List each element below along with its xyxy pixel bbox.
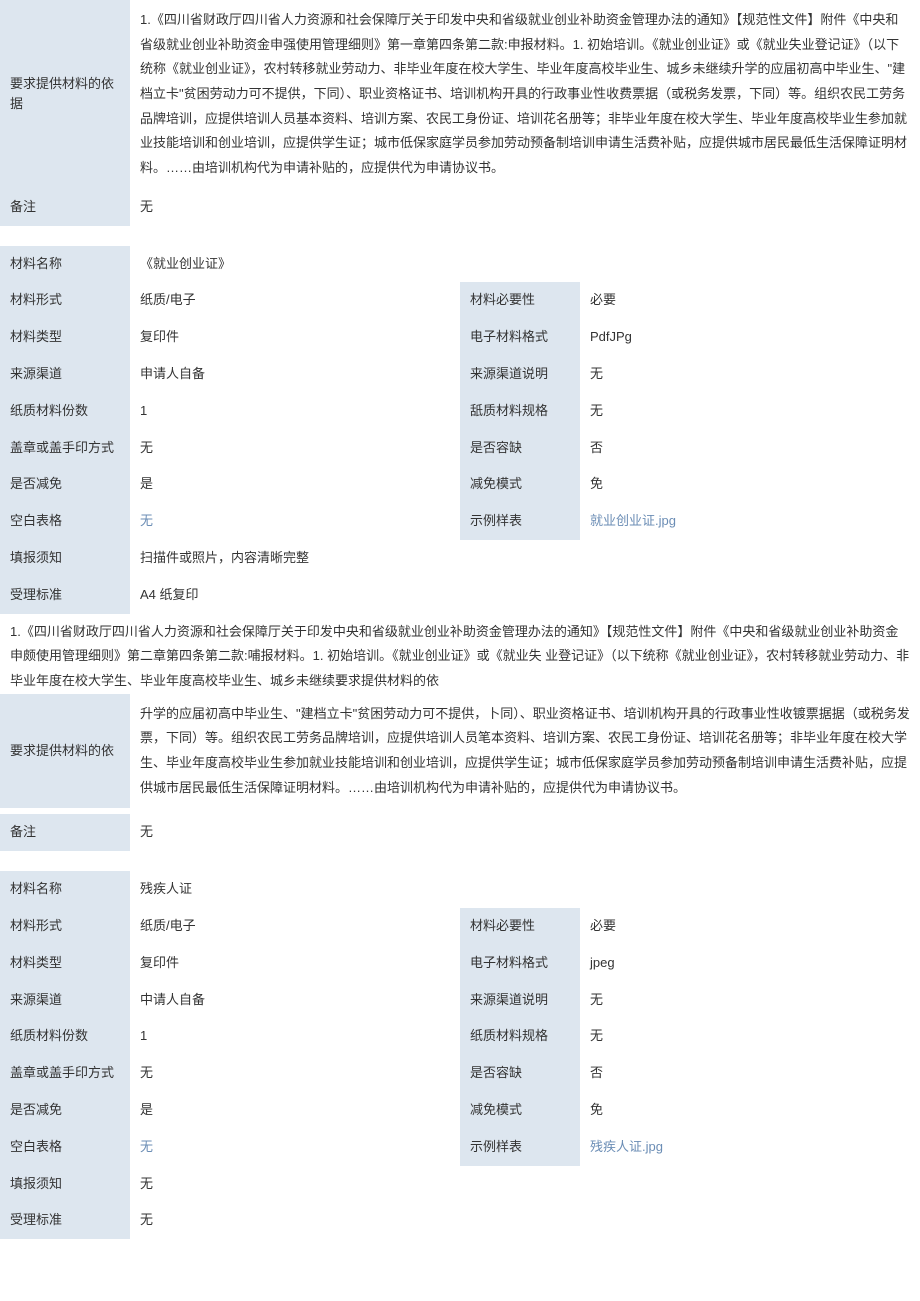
material-name-label: 材料名称: [0, 246, 130, 283]
type2-label: 材料类型: [0, 945, 130, 982]
necessity-label: 材料必要性: [460, 282, 580, 319]
form-label: 材料形式: [0, 282, 130, 319]
type2-value: 复印件: [130, 945, 460, 982]
necessity-value: 必要: [580, 282, 920, 319]
eformat-value: PdfJPg: [580, 319, 920, 356]
basis-section-2: 1.《四川省财政厅四川省人力资源和社会保障厅关于印发中央和省级就业创业补助资金管…: [0, 614, 920, 852]
reduce2-label: 是否减免: [0, 1092, 130, 1129]
spec-value: 无: [580, 393, 920, 430]
basis2-text-bottom: 升学的应届初高中毕业生、"建档立卡"贫困劳动力可不提供，卜同）、职业资格证书、培…: [130, 694, 920, 809]
spec2-label: 纸质材料规格: [460, 1018, 580, 1055]
form-value: 纸质/电子: [130, 282, 460, 319]
remark2-label: 备注: [0, 814, 130, 851]
material2-name-label: 材料名称: [0, 871, 130, 908]
sample2-link[interactable]: 残疾人证.jpg: [590, 1137, 663, 1158]
type-label: 材料类型: [0, 319, 130, 356]
eformat2-label: 电子材料格式: [460, 945, 580, 982]
basis2-text-top: 1.《四川省财政厅四川省人力资源和社会保障厅关于印发中央和省级就业创业补助资金管…: [0, 614, 920, 694]
remark2-text: 无: [130, 814, 920, 851]
type-value: 复印件: [130, 319, 460, 356]
source-label: 来源渠道: [0, 356, 130, 393]
sourcedesc-label: 来源渠道说明: [460, 356, 580, 393]
notice-value: 扫描件或照片，内容清晰完整: [130, 540, 920, 577]
allowmissing2-value: 否: [580, 1055, 920, 1092]
reducemode-value: 免: [580, 466, 920, 503]
source2-value: 中请人自备: [130, 982, 460, 1019]
notice-label: 填报须知: [0, 540, 130, 577]
copies2-value: 1: [130, 1018, 460, 1055]
form2-value: 纸质/电子: [130, 908, 460, 945]
stamp-value: 无: [130, 430, 460, 467]
form2-label: 材料形式: [0, 908, 130, 945]
blank2-label: 空白表格: [0, 1129, 130, 1166]
sourcedesc2-value: 无: [580, 982, 920, 1019]
accept2-label: 受理标准: [0, 1202, 130, 1239]
material-section-2: 材料名称 残疾人证 材料形式 纸质/电子 材料必要性 必要 材料类型 复印件 电…: [0, 871, 920, 1239]
sample-link[interactable]: 就业创业证.jpg: [590, 511, 676, 532]
material-name-value: 《就业创业证》: [130, 246, 920, 283]
necessity2-value: 必要: [580, 908, 920, 945]
notice2-value: 无: [130, 1166, 920, 1203]
remark-text: 无: [130, 189, 920, 226]
necessity2-label: 材料必要性: [460, 908, 580, 945]
reducemode-label: 减免模式: [460, 466, 580, 503]
allowmissing-label: 是否容缺: [460, 430, 580, 467]
sample-label: 示例样表: [460, 503, 580, 540]
sample2-label: 示例样表: [460, 1129, 580, 1166]
blank-label: 空白表格: [0, 503, 130, 540]
spec2-value: 无: [580, 1018, 920, 1055]
blank2-link[interactable]: 无: [140, 1137, 153, 1158]
source-value: 申请人自备: [130, 356, 460, 393]
accept2-value: 无: [130, 1202, 920, 1239]
allowmissing-value: 否: [580, 430, 920, 467]
sourcedesc-value: 无: [580, 356, 920, 393]
reducemode2-value: 免: [580, 1092, 920, 1129]
remark-label: 备注: [0, 189, 130, 226]
material-section-1: 材料名称 《就业创业证》 材料形式 纸质/电子 材料必要性 必要 材料类型 复印…: [0, 246, 920, 614]
copies2-label: 纸质材料份数: [0, 1018, 130, 1055]
sourcedesc2-label: 来源渠道说明: [460, 982, 580, 1019]
notice2-label: 填报须知: [0, 1166, 130, 1203]
stamp2-label: 盖章或盖手印方式: [0, 1055, 130, 1092]
accept-label: 受理标准: [0, 577, 130, 614]
accept-value: A4 纸复印: [130, 577, 920, 614]
spec-label: 舐质材料规格: [460, 393, 580, 430]
basis-section-1: 要求提供材料的依据 1.《四川省财政厅四川省人力资源和社会保障厅关于印发中央和省…: [0, 0, 920, 226]
basis2-label: 要求提供材料的依: [0, 694, 130, 809]
allowmissing2-label: 是否容缺: [460, 1055, 580, 1092]
basis-text: 1.《四川省财政厅四川省人力资源和社会保障厅关于印发中央和省级就业创业补助资金管…: [130, 0, 920, 189]
reducemode2-label: 减免模式: [460, 1092, 580, 1129]
eformat-label: 电子材料格式: [460, 319, 580, 356]
copies-label: 纸质材料份数: [0, 393, 130, 430]
reduce2-value: 是: [130, 1092, 460, 1129]
material2-name-value: 残疾人证: [130, 871, 920, 908]
blank-link[interactable]: 无: [140, 511, 153, 532]
eformat2-value: jpeg: [580, 945, 920, 982]
stamp2-value: 无: [130, 1055, 460, 1092]
basis-label: 要求提供材料的依据: [0, 0, 130, 189]
copies-value: 1: [130, 393, 460, 430]
reduce-value: 是: [130, 466, 460, 503]
reduce-label: 是否减免: [0, 466, 130, 503]
source2-label: 来源渠道: [0, 982, 130, 1019]
stamp-label: 盖章或盖手印方式: [0, 430, 130, 467]
